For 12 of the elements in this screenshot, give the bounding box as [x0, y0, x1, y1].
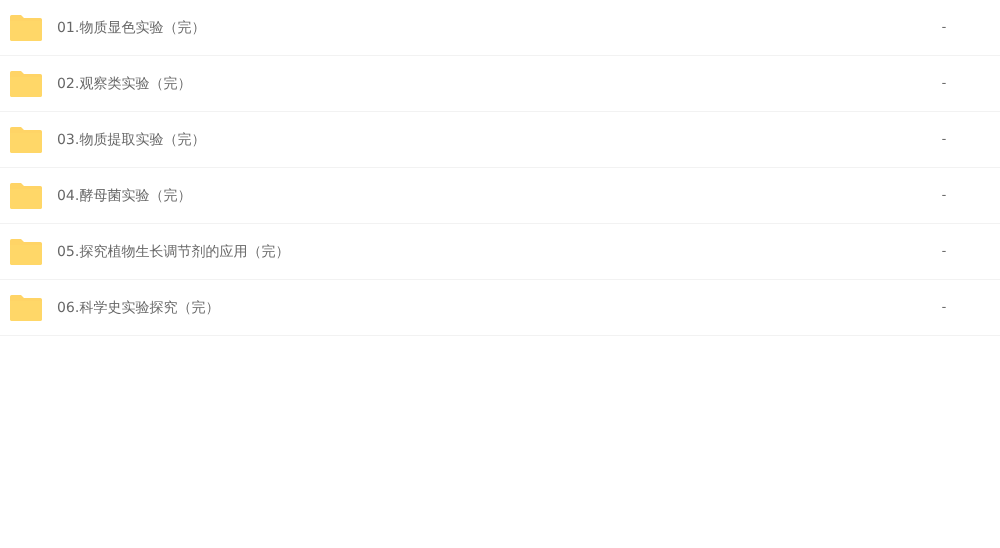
file-size: - — [940, 132, 948, 147]
folder-name[interactable]: 03.物质提取实验（完） — [57, 130, 924, 148]
file-size: - — [940, 188, 948, 203]
folder-name[interactable]: 02.观察类实验（完） — [57, 74, 924, 92]
file-size: - — [940, 20, 948, 35]
folder-name[interactable]: 06.科学史实验探究（完） — [57, 298, 924, 316]
file-size: - — [940, 244, 948, 259]
folder-name[interactable]: 01.物质显色实验（完） — [57, 18, 924, 36]
folder-name[interactable]: 05.探究植物生长调节剂的应用（完） — [57, 242, 924, 260]
file-size: - — [940, 300, 948, 315]
file-size: - — [940, 76, 948, 91]
folder-name[interactable]: 04.酵母菌实验（完） — [57, 186, 924, 204]
